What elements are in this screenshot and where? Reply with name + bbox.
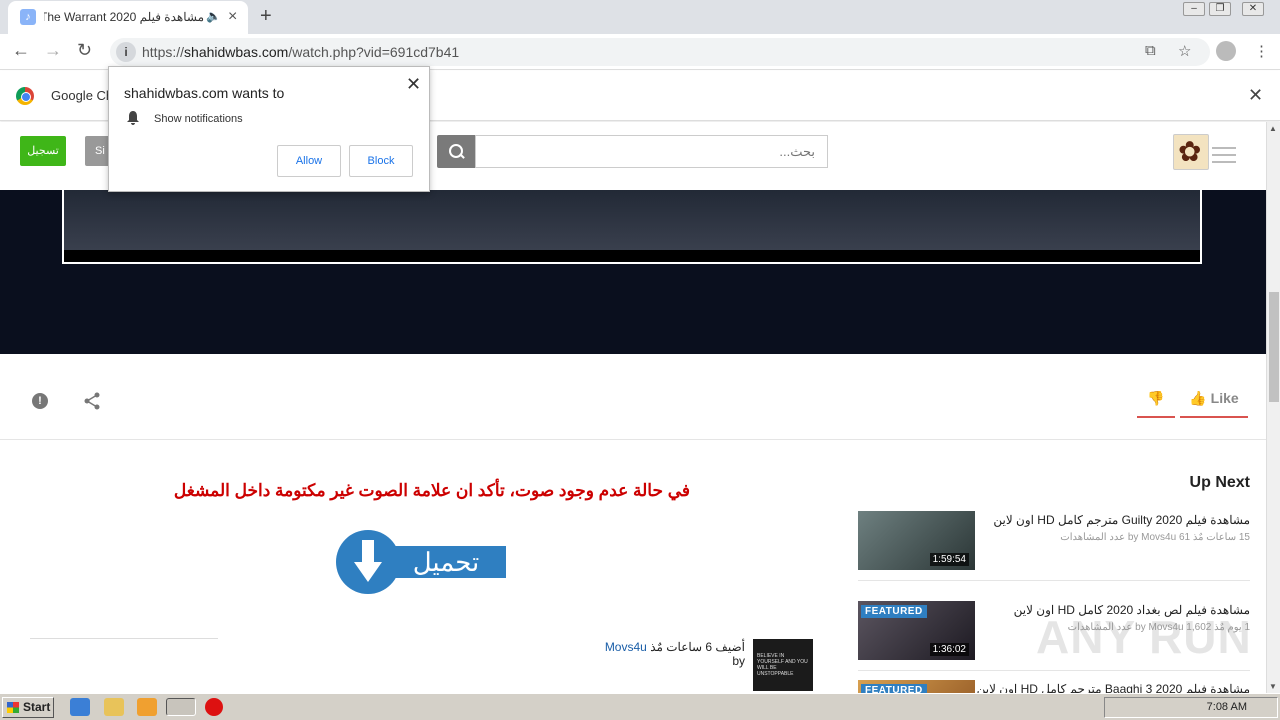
browser-tab[interactable]: ♪ مشاهدة فيلم The Warrant 2020 🔈 × [8,1,248,34]
url-text[interactable]: https://shahidwbas.com/watch.php?vid=691… [142,44,459,60]
featured-badge: FEATURED [861,605,927,618]
tab-close-icon[interactable]: × [228,8,237,26]
download-label: تحميل [386,546,506,578]
video-player[interactable] [0,190,1266,354]
media-player-icon[interactable] [137,698,157,716]
video-thumbnail[interactable]: FEATURED [858,680,975,693]
profile-icon[interactable] [1216,41,1236,61]
popup-title: shahidwbas.com wants to [124,85,285,101]
translate-icon[interactable]: ⧉ [1145,42,1156,59]
browser-toolbar: ← → ↻ i https://shahidwbas.com/watch.php… [0,34,1280,70]
sound-notice: في حالة عدم وجود صوت، تأكد ان علامة الصو… [173,481,690,500]
download-button[interactable]: تحميل [336,530,506,594]
search-input[interactable] [475,135,828,168]
video-frame[interactable] [62,190,1202,264]
site-logo[interactable] [1173,134,1209,170]
block-button[interactable]: Block [349,145,413,177]
permission-label: Show notifications [154,113,243,125]
video-control-bar[interactable] [64,250,1200,262]
up-next-title: Up Next [1189,474,1250,491]
windows-taskbar: Start 7:08 AM [0,693,1280,720]
uploader-link[interactable]: Movs4u [605,640,647,654]
window-close-icon[interactable]: ✕ [1242,2,1264,16]
video-actions: ! 👎 👍 Like [0,370,1266,440]
address-bar[interactable]: i https://shahidwbas.com/watch.php?vid=6… [110,38,1210,66]
speaker-icon[interactable]: 🔈 [206,9,221,23]
new-tab-icon[interactable]: + [260,5,272,28]
duration-badge: 1:36:02 [929,643,969,656]
report-icon[interactable]: ! [32,393,48,409]
chrome-taskbar-icon[interactable] [166,698,196,716]
video-meta: 15 ساعات مٌذ by Movs4u 61 عدد المشاهدات [1060,532,1250,543]
like-button[interactable]: 👍 Like [1180,390,1248,418]
reload-icon[interactable]: ↻ [77,40,92,61]
scroll-up-icon[interactable]: ▲ [1269,124,1277,133]
clock: 7:08 AM [1206,701,1247,713]
music-icon: ♪ [20,9,36,25]
explorer-icon[interactable] [104,698,124,716]
notification-permission-popup: shahidwbas.com wants to ✕ Show notificat… [108,66,430,192]
video-thumbnail[interactable]: 1:59:54 [858,511,975,570]
maximize-icon[interactable]: ❐ [1209,2,1231,16]
like-label: Like [1210,390,1239,406]
scroll-thumb[interactable] [1269,292,1279,402]
stop-icon[interactable] [205,698,223,716]
thumbs-up-icon: 👍 [1189,390,1207,406]
download-arrow-icon [354,540,382,582]
search-icon[interactable] [437,135,475,168]
hamburger-menu-icon[interactable] [1212,147,1236,168]
uploader-thumbnail[interactable]: BELIEVE IN YOURSELF AND YOU WILL BE UNST… [753,639,813,691]
info-icon[interactable]: i [116,42,136,62]
register-button[interactable]: تسجيل [20,136,66,166]
tab-strip: ♪ مشاهدة فيلم The Warrant 2020 🔈 × + – ❐… [0,0,1280,34]
tab-title: مشاهدة فيلم The Warrant 2020 [44,10,204,24]
infobar-text: Google Ch [51,88,114,103]
divider [30,638,218,639]
scroll-down-icon[interactable]: ▼ [1269,682,1277,691]
video-title[interactable]: مشاهدة فيلم Guilty 2020 مترجم كامل HD او… [988,513,1250,527]
list-item[interactable]: FEATURED مشاهدة فيلم Baaghi 3 2020 مترجم… [858,680,1250,693]
back-icon[interactable]: ← [12,40,30,61]
bell-icon [127,111,139,125]
video-thumbnail[interactable]: FEATURED 1:36:02 [858,601,975,660]
bookmark-star-icon[interactable]: ☆ [1178,42,1191,60]
share-icon[interactable] [84,392,100,410]
page-scrollbar[interactable]: ▲ ▼ [1266,122,1280,693]
infobar-close-icon[interactable]: ✕ [1248,85,1263,106]
thumbs-down-icon: 👎 [1147,390,1165,406]
start-button[interactable]: Start [2,697,54,718]
watermark: ANY RUN [1036,611,1252,663]
system-tray: 7:08 AM [1104,697,1278,718]
windows-flag-icon [7,702,19,713]
featured-badge: FEATURED [861,684,927,693]
allow-button[interactable]: Allow [277,145,341,177]
chrome-logo-icon [16,87,34,105]
start-label: Start [23,700,51,714]
uploader-info: أضيف 6 ساعات مٌذ Movs4u by [604,640,745,668]
duration-badge: 1:59:54 [929,553,969,566]
video-title[interactable]: مشاهدة فيلم Baaghi 3 2020 مترجم كامل HD … [977,682,1250,693]
forward-icon[interactable]: → [44,40,62,61]
list-item[interactable]: 1:59:54 مشاهدة فيلم Guilty 2020 مترجم كا… [858,511,1250,581]
dislike-button[interactable]: 👎 [1137,390,1175,418]
menu-dots-icon[interactable]: ⋮ [1254,42,1269,60]
popup-close-icon[interactable]: ✕ [406,74,421,95]
minimize-icon[interactable]: – [1183,2,1205,16]
ie-icon[interactable] [70,698,90,716]
